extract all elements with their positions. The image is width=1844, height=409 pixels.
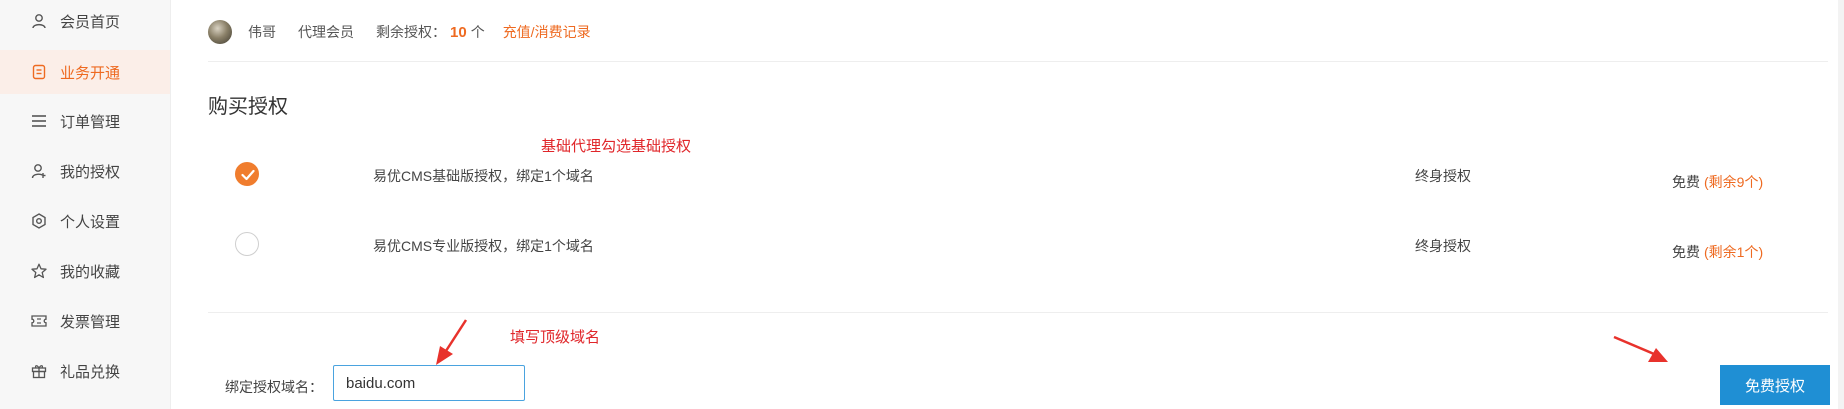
- sidebar: 会员首页 业务开通 订单管理 我的授权 个人设置 我的收藏 发票管理 礼品兑换: [0, 0, 170, 409]
- sidebar-item-label: 个人设置: [60, 213, 121, 231]
- sidebar-item-label: 礼品兑换: [60, 363, 121, 381]
- gift-icon: [30, 362, 48, 380]
- check-icon: [241, 169, 255, 181]
- price-value: 免费: [1672, 174, 1700, 190]
- remaining-quota: (剩余9个): [1704, 174, 1764, 190]
- sidebar-item-label: 业务开通: [60, 64, 121, 82]
- plan-term: 终身授权: [1415, 168, 1471, 184]
- scrollbar-track[interactable]: [1838, 0, 1844, 409]
- annotation-domain-hint: 填写顶级域名: [510, 329, 601, 346]
- plan-row-basic[interactable]: 易优CMS基础版授权，绑定1个域名 终身授权 免费 (剩余9个): [208, 158, 1828, 198]
- star-icon: [30, 262, 48, 280]
- arrow-to-button-icon: [1613, 335, 1668, 362]
- sidebar-item-member-home[interactable]: 会员首页: [0, 0, 170, 42]
- section-title: 购买授权: [208, 96, 288, 118]
- price-value: 免费: [1672, 244, 1700, 260]
- settings-icon: [30, 212, 48, 230]
- plan-price: 免费 (剩余9个): [1672, 172, 1763, 192]
- plan-row-pro[interactable]: 易优CMS专业版授权，绑定1个域名 终身授权 免费 (剩余1个): [208, 228, 1828, 268]
- remaining-quota: (剩余1个): [1704, 244, 1764, 260]
- user-name: 伟哥: [248, 24, 276, 40]
- header-divider: [208, 61, 1828, 62]
- remaining-label: 剩余授权：: [376, 24, 446, 40]
- sidebar-item-settings[interactable]: 个人设置: [0, 200, 170, 242]
- sidebar-divider: [170, 0, 171, 409]
- plan-name: 易优CMS专业版授权，绑定1个域名: [373, 238, 594, 254]
- document-icon: [30, 63, 48, 81]
- user-info-bar: 伟哥 代理会员 剩余授权： 10 个 充值/消费记录: [208, 17, 591, 47]
- remaining-count: 10: [450, 23, 467, 41]
- user-icon: [30, 12, 48, 30]
- sidebar-item-orders[interactable]: 订单管理: [0, 100, 170, 142]
- sidebar-item-gifts[interactable]: 礼品兑换: [0, 350, 170, 392]
- avatar[interactable]: [208, 20, 232, 44]
- plan-price: 免费 (剩余1个): [1672, 242, 1763, 262]
- arrow-to-input-icon: [436, 319, 468, 365]
- ticket-icon: [30, 312, 48, 330]
- annotation-basic-hint: 基础代理勾选基础授权: [541, 138, 692, 155]
- sidebar-item-label: 我的收藏: [60, 263, 121, 281]
- sidebar-item-invoices[interactable]: 发票管理: [0, 300, 170, 342]
- sidebar-item-my-auth[interactable]: 我的授权: [0, 150, 170, 192]
- member-level: 代理会员: [298, 24, 354, 40]
- plans-divider: [208, 312, 1828, 313]
- domain-input[interactable]: [333, 365, 525, 401]
- user-key-icon: [30, 162, 48, 180]
- sidebar-item-label: 会员首页: [60, 13, 121, 31]
- list-icon: [30, 112, 48, 130]
- sidebar-item-label: 订单管理: [60, 113, 121, 131]
- sidebar-item-label: 发票管理: [60, 313, 121, 331]
- plan-radio-basic[interactable]: [235, 162, 259, 186]
- domain-label: 绑定授权域名：: [225, 379, 323, 395]
- records-link[interactable]: 充值/消费记录: [503, 22, 591, 42]
- sidebar-item-label: 我的授权: [60, 163, 121, 181]
- free-auth-button[interactable]: 免费授权: [1720, 365, 1830, 405]
- plan-radio-pro[interactable]: [235, 232, 259, 256]
- plan-name: 易优CMS基础版授权，绑定1个域名: [373, 168, 594, 184]
- sidebar-item-favorites[interactable]: 我的收藏: [0, 250, 170, 292]
- remaining-unit: 个: [470, 24, 485, 40]
- plan-term: 终身授权: [1415, 238, 1471, 254]
- sidebar-item-business[interactable]: 业务开通: [0, 50, 170, 94]
